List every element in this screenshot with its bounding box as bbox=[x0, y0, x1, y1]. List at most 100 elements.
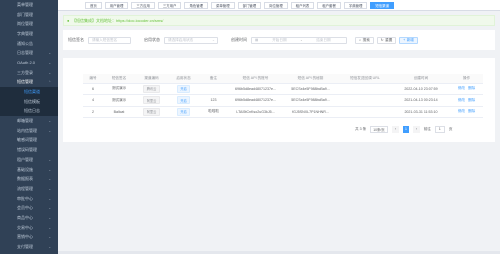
tab[interactable]: 短信渠道 bbox=[370, 1, 394, 9]
sidebar-item[interactable]: 三方登录 ⌄ bbox=[0, 68, 58, 78]
cell-id: 4 bbox=[83, 94, 103, 107]
main-content: ● 【短信集成】文档地址：https://doc.iocoder.cn/sms/… bbox=[58, 11, 500, 254]
column-header: 短信 API 的账号 bbox=[228, 74, 283, 84]
sidebar-item-label: 字典管理 bbox=[17, 30, 33, 36]
cell-api-secret: fGJ5SNXL7P1NHNR... bbox=[283, 106, 338, 118]
tab[interactable]: 字典管理 bbox=[343, 1, 368, 9]
sidebar-item[interactable]: 租户管理 ⌄ bbox=[0, 155, 58, 165]
doc-alert-text[interactable]: 【短信集成】文档地址：https://doc.iocoder.cn/sms/ bbox=[72, 18, 163, 24]
sidebar-item[interactable]: 错误码管理 bbox=[0, 145, 58, 155]
table-header-row: 编号 短信签名 渠道编码 启用状态 备注 短信 API 的账号 短信 API 的秘钥 短信发送… bbox=[83, 74, 483, 84]
column-header: 启用状态 bbox=[168, 74, 199, 84]
edit-link[interactable]: 修改 bbox=[458, 98, 465, 102]
sidebar-item[interactable]: 部门管理 bbox=[0, 10, 58, 20]
sidebar-item-label: 部门管理 bbox=[17, 11, 33, 17]
chevron-down-icon: ⌄ bbox=[48, 186, 51, 191]
chevron-down-icon: ⌄ bbox=[48, 128, 51, 133]
sidebar-item[interactable]: 会员中心 ⌄ bbox=[0, 203, 58, 213]
status-select[interactable]: 请选择启用状态 ⌄ bbox=[164, 36, 218, 44]
sidebar-item[interactable]: 短信管理 ⌃ bbox=[0, 78, 58, 88]
signature-input[interactable]: 请输入短信签名 bbox=[88, 36, 131, 44]
page-number-current[interactable]: 1 bbox=[402, 126, 410, 133]
goto-page-input[interactable]: 1 bbox=[434, 126, 445, 133]
sidebar-item-label: 错误码管理 bbox=[17, 147, 37, 153]
tab[interactable]: 角色管理 bbox=[184, 1, 209, 9]
cell-remark bbox=[199, 83, 228, 95]
sidebar-item[interactable]: 基础设施 ⌄ bbox=[0, 165, 58, 175]
sidebar-item[interactable]: 菜单管理 bbox=[0, 0, 58, 10]
table-card: 编号 短信签名 渠道编码 启用状态 备注 短信 API 的账号 短信 API 的秘钥 短信发送… bbox=[63, 58, 495, 142]
tab[interactable]: 部门管理 bbox=[237, 1, 262, 9]
cell-created: 2021-04-13 00:23:14 bbox=[392, 94, 450, 107]
sidebar-item[interactable]: 交易中心 ⌄ bbox=[0, 223, 58, 233]
cell-actions: 修改 删除 bbox=[450, 83, 483, 95]
column-header: 短信签名 bbox=[103, 74, 135, 84]
chevron-down-icon: ⌄ bbox=[48, 225, 51, 230]
sidebar-item[interactable]: 通知公告 bbox=[0, 39, 58, 49]
cell-api-key: 696b5d8ead48071237e... bbox=[228, 94, 283, 107]
end-date-input[interactable]: 结束日期 bbox=[305, 38, 341, 43]
delete-link[interactable]: 删除 bbox=[468, 98, 475, 102]
sidebar-item-label: 站内信管理 bbox=[17, 127, 37, 133]
delete-link[interactable]: 删除 bbox=[468, 109, 475, 113]
sidebar-item[interactable]: 站内信管理 ⌄ bbox=[0, 126, 58, 136]
sidebar-item[interactable]: 岗位管理 bbox=[0, 19, 58, 29]
prev-page-button[interactable]: ‹ bbox=[392, 126, 399, 133]
tab[interactable]: 租户套餐 bbox=[317, 1, 341, 9]
chevron-down-icon: ⌄ bbox=[48, 167, 51, 172]
sidebar-item-label: 短信日志 bbox=[24, 108, 40, 114]
sidebar-item[interactable]: 字典管理 bbox=[0, 29, 58, 39]
sidebar-item[interactable]: 短信日志 bbox=[0, 106, 58, 117]
search-button[interactable]: ⌕ 搜索 bbox=[355, 36, 374, 44]
tab[interactable]: 租户列表 bbox=[290, 1, 315, 9]
tab[interactable]: 首页 bbox=[85, 1, 102, 9]
table-row: 2 Ballcat 阿里云 开启 啦啦啦 LTAI5tCnKso2uG3kJ5... fGJ… bbox=[83, 106, 483, 118]
tab[interactable]: 三方应用 bbox=[131, 1, 155, 9]
sidebar-item[interactable]: 短信渠道 bbox=[0, 87, 58, 97]
cell-channel: 腾讯云 bbox=[135, 83, 168, 95]
date-range-picker[interactable]: ▦ 开始日期 - 结束日期 bbox=[251, 36, 347, 44]
column-header: 渠道编码 bbox=[135, 74, 168, 84]
tab[interactable]: 菜单管理 bbox=[211, 1, 235, 9]
cell-remark: 啦啦啦 bbox=[199, 106, 228, 118]
cell-actions: 修改 删除 bbox=[450, 94, 483, 107]
sidebar-item[interactable]: 流程管理 ⌄ bbox=[0, 184, 58, 194]
tab[interactable]: 岗位管理 bbox=[264, 1, 288, 9]
sidebar-item[interactable]: 数据报表 ⌄ bbox=[0, 174, 58, 184]
cell-id: 6 bbox=[83, 83, 103, 95]
add-button[interactable]: + 新增 bbox=[399, 36, 418, 44]
edit-link[interactable]: 修改 bbox=[458, 86, 465, 90]
tab[interactable]: 三方用户 bbox=[157, 1, 182, 9]
sidebar-item[interactable]: 敏感词管理 bbox=[0, 136, 58, 146]
cell-status: 开启 bbox=[168, 83, 199, 95]
tab[interactable]: 用户管理 bbox=[104, 1, 129, 9]
edit-link[interactable]: 修改 bbox=[458, 109, 465, 113]
sidebar-item[interactable]: OAuth 2.0 ⌄ bbox=[0, 58, 58, 68]
cell-channel: 阿里云 bbox=[135, 94, 168, 107]
cell-signature: Ballcat bbox=[103, 106, 135, 118]
cell-id: 2 bbox=[83, 106, 103, 118]
start-date-input[interactable]: 开始日期 bbox=[261, 38, 297, 43]
sidebar-item[interactable]: 支付管理 ⌄ bbox=[0, 242, 58, 252]
chevron-down-icon: ⌄ bbox=[211, 38, 215, 42]
chevron-down-icon: ⌄ bbox=[48, 119, 51, 124]
sidebar-item[interactable]: 邮箱管理 ⌄ bbox=[0, 116, 58, 126]
reset-button-label: 重置 bbox=[385, 37, 393, 42]
page-size-select[interactable]: 10条/页 bbox=[370, 126, 389, 133]
chevron-down-icon: ⌄ bbox=[48, 215, 51, 220]
cell-callback bbox=[338, 106, 392, 118]
next-page-button[interactable]: › bbox=[413, 126, 420, 133]
delete-link[interactable]: 删除 bbox=[468, 86, 475, 90]
sidebar-item[interactable]: 审批中心 ⌄ bbox=[0, 194, 58, 204]
reset-button[interactable]: ↻ 重置 bbox=[377, 36, 396, 44]
chevron-up-icon: ⌃ bbox=[48, 80, 51, 85]
sidebar-item[interactable]: 商品中心 ⌄ bbox=[0, 213, 58, 223]
sidebar-item[interactable]: 营销中心 ⌄ bbox=[0, 233, 58, 243]
cell-signature: 测试演示 bbox=[103, 94, 135, 107]
sidebar-item-label: 数据报表 bbox=[17, 176, 33, 182]
sidebar-item[interactable]: 短信模板 bbox=[0, 96, 58, 107]
sidebar-item[interactable]: 日志管理 ⌄ bbox=[0, 48, 58, 58]
chevron-down-icon: ⌄ bbox=[48, 245, 51, 250]
chevron-down-icon: ⌄ bbox=[48, 235, 51, 240]
column-header: 短信发送回调 URL bbox=[338, 74, 392, 84]
